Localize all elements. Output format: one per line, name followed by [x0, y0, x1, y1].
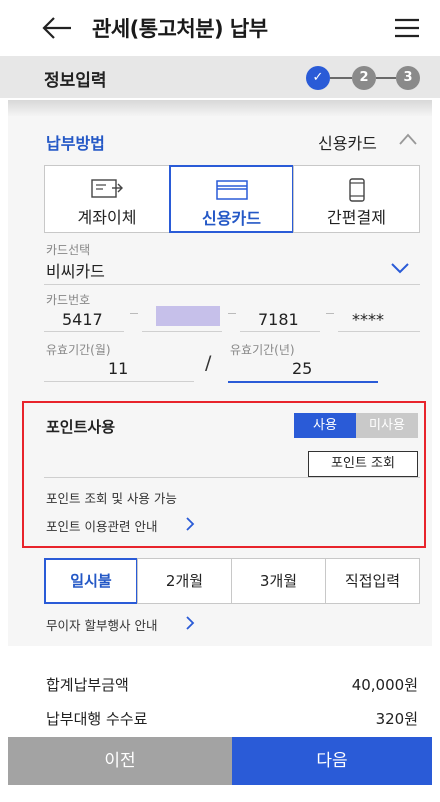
- interest-free-link[interactable]: 무이자 할부행사 안내: [46, 615, 157, 634]
- page-title: 관세(통고처분) 납부: [92, 17, 268, 41]
- tab-2-months[interactable]: 2개월: [137, 558, 232, 604]
- chevron-right-icon[interactable]: [185, 517, 195, 531]
- fee-value: 320원: [375, 710, 418, 728]
- card-number-segment-2-masked[interactable]: [156, 306, 220, 326]
- card-number-dash: [130, 313, 138, 314]
- arrow-left-icon[interactable]: [40, 14, 74, 42]
- tab-custom-input[interactable]: 직접입력: [325, 558, 420, 604]
- tab-3-months[interactable]: 3개월: [231, 558, 326, 604]
- step-1-check-icon: ✓: [306, 66, 330, 90]
- chevron-down-icon[interactable]: [390, 261, 410, 275]
- points-guide-link[interactable]: 포인트 이용관련 안내: [46, 516, 157, 535]
- total-amount-label: 합계납부금액: [46, 676, 129, 694]
- card-number-dash: [228, 313, 236, 314]
- tab-easy-payment-label: 간편결제: [327, 208, 386, 227]
- account-transfer-icon: [91, 179, 123, 198]
- payment-method-tabs: 계좌이체 신용카드 간편결제: [44, 165, 420, 233]
- step-label: 정보입력: [44, 71, 107, 91]
- total-amount-value: 40,000원: [351, 676, 418, 694]
- step-3-indicator: 3: [396, 66, 420, 90]
- chevron-right-icon[interactable]: [185, 616, 195, 630]
- payment-method-label: 납부방법: [46, 134, 105, 153]
- step-2-indicator: 2: [352, 66, 376, 90]
- step-connector: [376, 77, 396, 79]
- card-select-dropdown[interactable]: 비씨카드: [46, 258, 105, 282]
- card-number-label: 카드번호: [46, 293, 91, 307]
- installment-tabs: 일시불 2개월 3개월 직접입력: [44, 558, 420, 604]
- card-number-dash: [326, 313, 334, 314]
- card-number-underline: [338, 331, 420, 332]
- points-title: 포인트사용: [46, 418, 116, 436]
- app-header: 관세(통고처분) 납부: [0, 0, 440, 56]
- tab-credit-card-label: 신용카드: [202, 209, 261, 228]
- exp-month-label: 유효기간(월): [46, 343, 111, 357]
- hamburger-menu-icon[interactable]: [394, 16, 420, 40]
- tab-account-transfer[interactable]: 계좌이체: [44, 165, 170, 233]
- tab-lump-sum[interactable]: 일시불: [44, 558, 138, 604]
- exp-month-input[interactable]: 11: [108, 359, 128, 378]
- mobile-phone-icon: [348, 178, 365, 202]
- prev-button[interactable]: 이전: [8, 737, 232, 785]
- card-select-underline: [44, 284, 420, 285]
- step-progress-bar: 정보입력 ✓ 2 3: [0, 56, 440, 98]
- points-available-text: 포인트 조회 및 사용 가능: [46, 491, 177, 506]
- fee-label: 납부대행 수수료: [46, 710, 148, 728]
- exp-year-input[interactable]: 25: [292, 359, 312, 378]
- step-connector: [330, 77, 352, 79]
- exp-year-underline-focused: [228, 381, 378, 383]
- card-select-label: 카드선택: [46, 243, 91, 257]
- card-number-segment-4[interactable]: ****: [352, 310, 384, 329]
- section-shadow: [8, 100, 432, 116]
- point-query-button[interactable]: 포인트 조회: [308, 451, 418, 477]
- tab-credit-card[interactable]: 신용카드: [169, 165, 294, 233]
- card-number-segment-3[interactable]: 7181: [258, 310, 299, 329]
- points-nouse-button[interactable]: 미사용: [356, 413, 418, 438]
- points-use-button[interactable]: 사용: [294, 413, 356, 438]
- tab-easy-payment[interactable]: 간편결제: [293, 165, 420, 233]
- credit-card-icon: [215, 180, 248, 200]
- exp-month-underline: [44, 381, 194, 382]
- payment-method-value[interactable]: 신용카드: [318, 130, 377, 154]
- step-indicators: ✓ 2 3: [306, 66, 420, 90]
- expiry-separator: /: [205, 352, 212, 374]
- card-number-underline: [240, 331, 320, 332]
- card-number-underline: [44, 331, 124, 332]
- next-button[interactable]: 다음: [232, 737, 432, 785]
- tab-account-transfer-label: 계좌이체: [77, 208, 137, 227]
- exp-year-label: 유효기간(년): [230, 343, 295, 357]
- points-divider: [44, 477, 420, 478]
- chevron-up-icon[interactable]: [398, 132, 418, 146]
- card-number-segment-1[interactable]: 5417: [62, 310, 103, 329]
- card-number-underline: [142, 331, 222, 332]
